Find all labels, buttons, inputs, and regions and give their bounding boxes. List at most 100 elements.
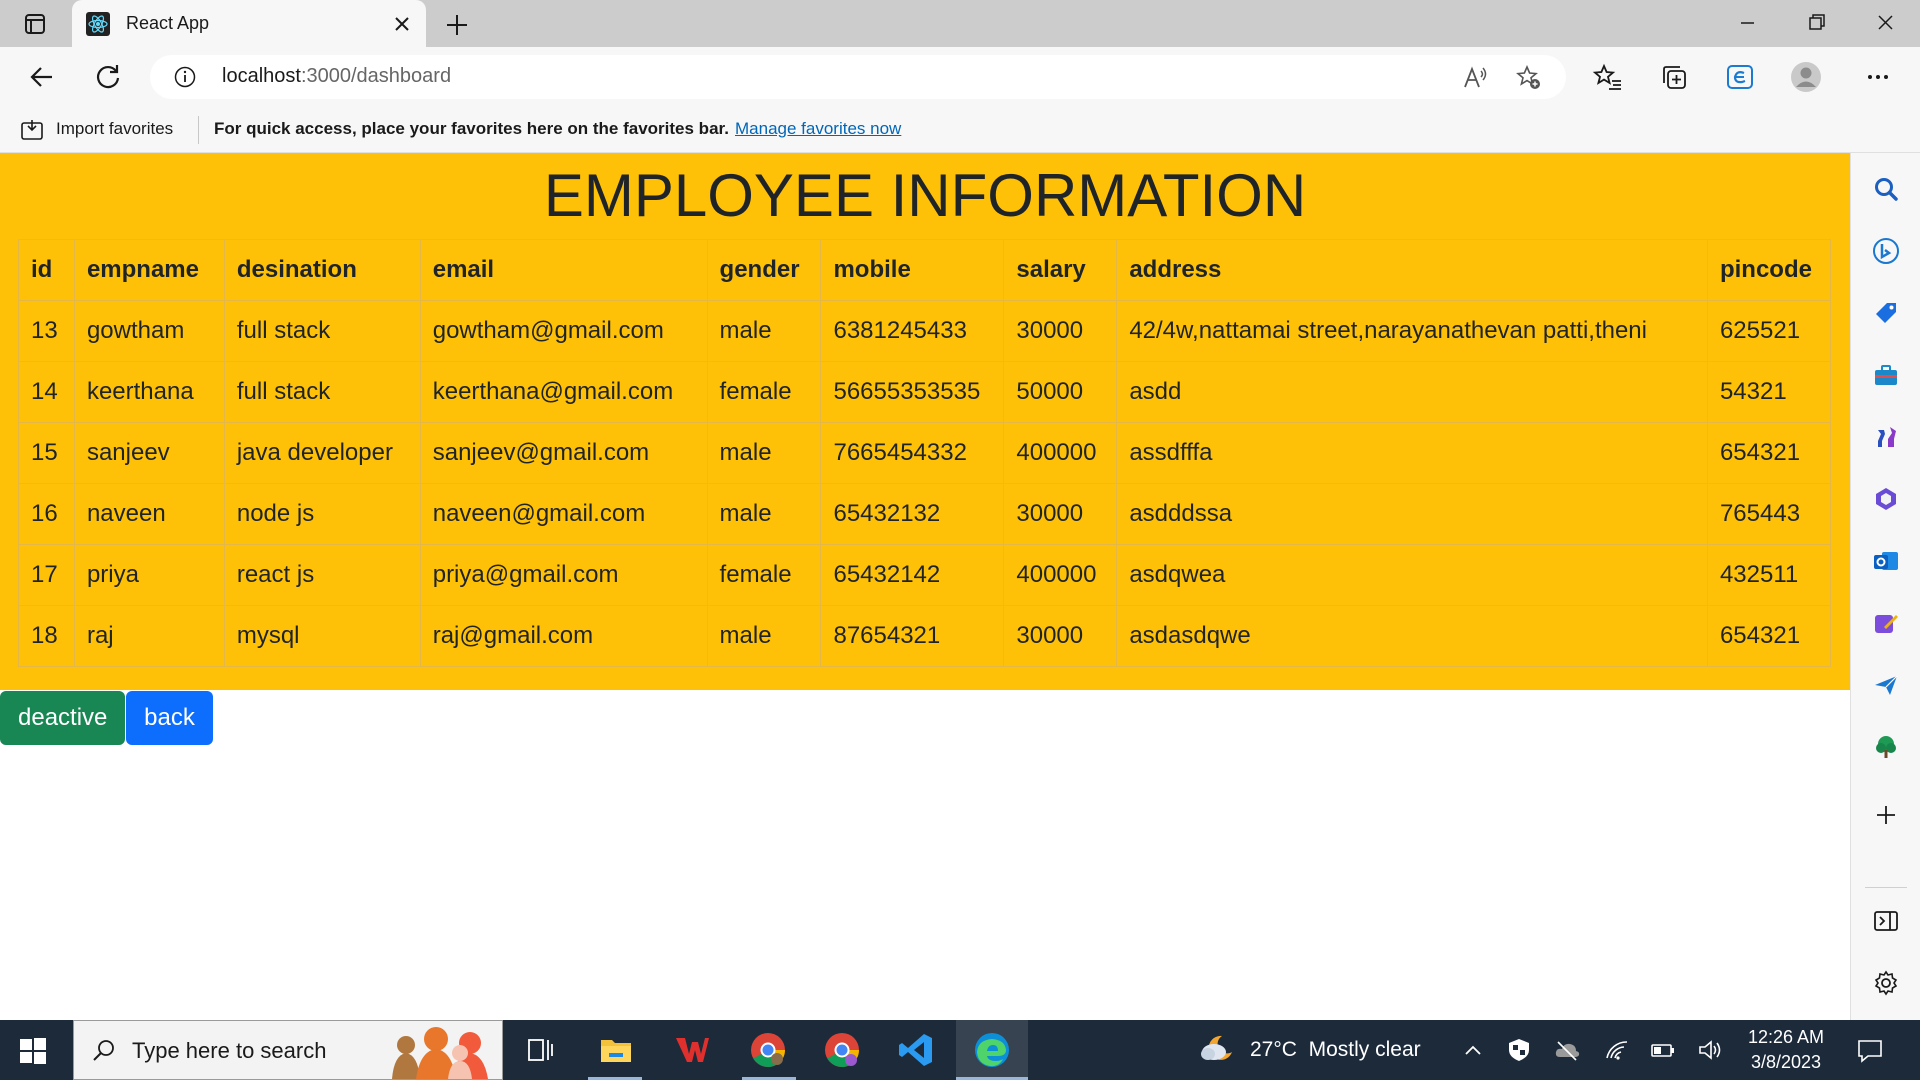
table-cell: gowtham@gmail.com <box>419 300 708 362</box>
weather-text[interactable]: 27°C Mostly clear <box>1250 1038 1421 1062</box>
onedrive-cloud-icon[interactable] <box>1554 1038 1580 1062</box>
search-icon[interactable] <box>1872 175 1900 203</box>
table-cell: male <box>706 483 822 545</box>
wifi-icon[interactable] <box>1604 1038 1630 1062</box>
settings-gear-icon[interactable] <box>1872 969 1900 997</box>
microsoft-365-icon[interactable] <box>1872 485 1900 513</box>
table-cell: 654321 <box>1706 605 1832 667</box>
employee-table: id empname desination email gender mobil… <box>18 239 1832 667</box>
back-arrow-icon[interactable] <box>26 61 58 93</box>
address-bar[interactable]: localhost:3000/dashboard <box>150 55 1566 99</box>
tools-icon[interactable] <box>1872 361 1900 389</box>
performance-icon[interactable] <box>1724 61 1756 93</box>
column-header: gender <box>706 239 822 301</box>
clock-time: 12:26 AM <box>1747 1027 1825 1047</box>
table-cell: 15 <box>18 422 75 484</box>
file-explorer-icon[interactable] <box>596 1030 636 1070</box>
table-cell: 654321 <box>1706 422 1832 484</box>
site-info-icon[interactable] <box>174 66 196 88</box>
table-cell: priya@gmail.com <box>419 544 708 606</box>
table-cell: keerthana@gmail.com <box>419 361 708 423</box>
table-row: 17 priya react js priya@gmail.com female… <box>18 544 1832 606</box>
table-cell: asdddssa <box>1116 483 1708 545</box>
table-cell: naveen <box>73 483 225 545</box>
column-header: mobile <box>820 239 1005 301</box>
deactive-button[interactable]: deactive <box>0 691 125 745</box>
vscode-icon[interactable] <box>896 1030 936 1070</box>
restore-icon[interactable] <box>1793 8 1839 38</box>
search-icon <box>93 1040 114 1061</box>
import-favorites-link[interactable]: Import favorites <box>56 119 173 139</box>
bing-chat-icon[interactable] <box>1872 237 1900 265</box>
table-cell: female <box>706 361 822 423</box>
page-content: EMPLOYEE INFORMATION id empname desinati… <box>0 153 1850 1020</box>
browser-title-bar: React App <box>0 0 1920 47</box>
outlook-icon[interactable] <box>1872 547 1900 575</box>
add-icon[interactable] <box>1872 801 1900 829</box>
back-button[interactable]: back <box>126 691 213 745</box>
tree-icon[interactable] <box>1872 733 1900 761</box>
table-row: 14 keerthana full stack keerthana@gmail.… <box>18 361 1832 423</box>
column-header: email <box>419 239 708 301</box>
volume-icon[interactable] <box>1698 1038 1724 1062</box>
task-view-icon[interactable] <box>520 1030 560 1070</box>
tab-title: React App <box>126 13 210 33</box>
table-cell: 13 <box>18 300 75 362</box>
send-icon[interactable] <box>1872 671 1900 699</box>
hide-sidebar-icon[interactable] <box>1872 907 1900 935</box>
collections-icon[interactable] <box>1658 61 1690 93</box>
chrome-profile-icon[interactable] <box>822 1030 862 1070</box>
games-icon[interactable] <box>1872 423 1900 451</box>
table-cell: male <box>706 605 822 667</box>
close-tab-icon[interactable] <box>390 12 414 36</box>
table-cell: 432511 <box>1706 544 1832 606</box>
read-aloud-icon[interactable] <box>1462 65 1488 91</box>
favorites-icon[interactable] <box>1592 61 1624 93</box>
table-header-row: id empname desination email gender mobil… <box>18 239 1832 301</box>
table-cell: 14 <box>18 361 75 423</box>
table-cell: 65432132 <box>820 483 1005 545</box>
new-tab-icon[interactable] <box>442 10 472 40</box>
add-favorite-icon[interactable] <box>1516 65 1542 91</box>
windows-start-icon[interactable] <box>18 1036 48 1066</box>
active-tab[interactable]: React App <box>72 0 426 47</box>
table-cell: react js <box>223 544 421 606</box>
notifications-icon[interactable] <box>1856 1038 1884 1064</box>
show-hidden-icons-chevron-icon[interactable] <box>1460 1038 1486 1062</box>
column-header: desination <box>223 239 421 301</box>
profile-avatar-icon[interactable] <box>1790 61 1822 93</box>
table-cell: 400000 <box>1003 422 1118 484</box>
table-cell: naveen@gmail.com <box>419 483 708 545</box>
table-cell: asdd <box>1116 361 1708 423</box>
tab-actions-icon[interactable] <box>18 11 52 37</box>
wps-office-icon[interactable] <box>672 1030 712 1070</box>
column-header: id <box>18 239 75 301</box>
edge-icon[interactable] <box>972 1030 1012 1070</box>
weather-partly-cloudy-icon[interactable] <box>1200 1032 1236 1066</box>
table-cell: 30000 <box>1003 483 1118 545</box>
manage-favorites-link[interactable]: Manage favorites now <box>735 119 901 139</box>
table-cell: 625521 <box>1706 300 1832 362</box>
minimize-icon[interactable] <box>1724 8 1770 38</box>
designer-icon[interactable] <box>1872 609 1900 637</box>
import-favorites-icon[interactable] <box>20 118 46 142</box>
system-clock[interactable]: 12:26 AM 3/8/2023 <box>1736 1025 1836 1075</box>
url-text[interactable]: localhost:3000/dashboard <box>222 65 451 88</box>
table-cell: 54321 <box>1706 361 1832 423</box>
table-cell: asdqwea <box>1116 544 1708 606</box>
favorites-bar: Import favorites For quick access, place… <box>0 106 1920 153</box>
table-cell: 765443 <box>1706 483 1832 545</box>
chrome-icon[interactable] <box>748 1030 788 1070</box>
security-shield-icon[interactable] <box>1506 1038 1532 1062</box>
divider <box>198 116 199 144</box>
refresh-icon[interactable] <box>92 61 124 93</box>
close-window-icon[interactable] <box>1862 8 1908 38</box>
taskbar-search-box[interactable]: Type here to search <box>73 1020 503 1080</box>
clock-date: 3/8/2023 <box>1750 1052 1822 1072</box>
shopping-tag-icon[interactable] <box>1872 299 1900 327</box>
table-cell: 18 <box>18 605 75 667</box>
table-row: 18 raj mysql raj@gmail.com male 87654321… <box>18 605 1832 667</box>
more-options-icon[interactable] <box>1862 61 1894 93</box>
battery-icon[interactable] <box>1650 1038 1676 1062</box>
search-placeholder: Type here to search <box>132 1038 327 1063</box>
